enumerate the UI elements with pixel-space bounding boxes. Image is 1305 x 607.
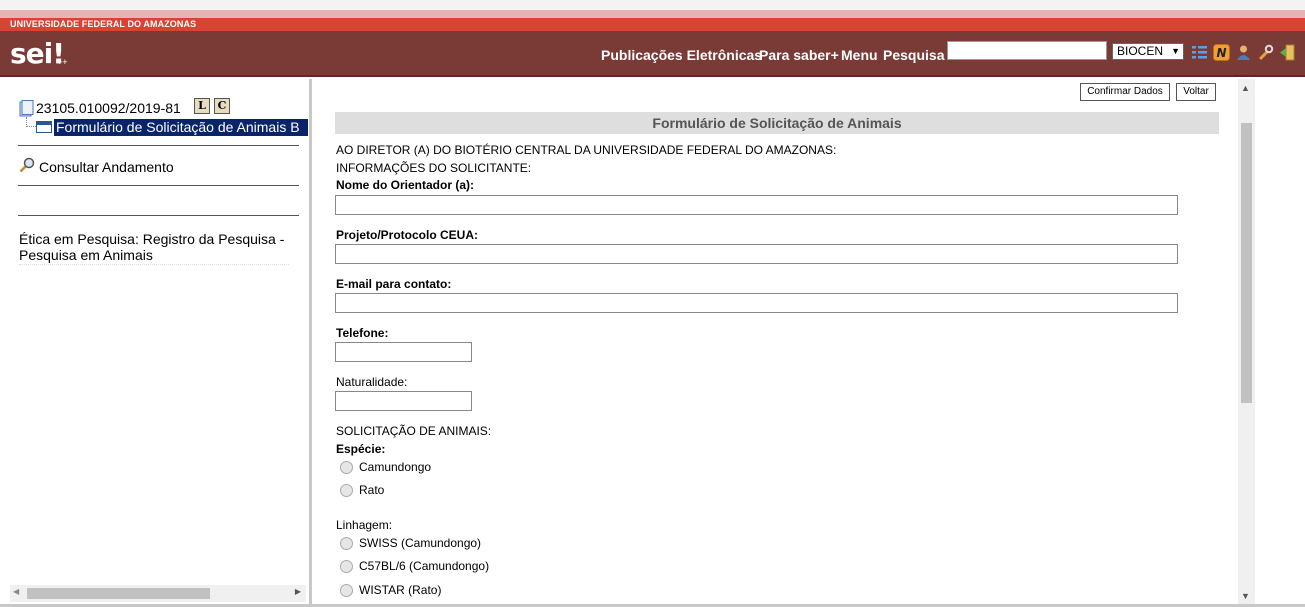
button-c[interactable]: C <box>214 98 230 114</box>
especie-radio-rato[interactable] <box>340 484 353 497</box>
notification-n-icon[interactable]: N <box>1213 44 1230 61</box>
header: sei! ++ Publicações Eletrônicas Para sab… <box>0 31 1305 77</box>
intro-line-1: AO DIRETOR (A) DO BIOTÉRIO CENTRAL DA UN… <box>336 143 837 157</box>
list-icon[interactable] <box>1191 44 1208 61</box>
unit-select-value: BIOCEN <box>1117 44 1164 58</box>
unit-select[interactable]: BIOCEN ▼ <box>1112 43 1184 60</box>
sei-logo-suffix: ++ <box>57 57 68 67</box>
form-area: Confirmar Dados Voltar Formulário de Sol… <box>315 79 1255 607</box>
linhagem-radio-swiss[interactable] <box>340 537 353 550</box>
scrollbar-thumb[interactable] <box>1241 123 1252 403</box>
left-panel: 23105.010092/2019-81 L C Formulário de S… <box>0 79 312 607</box>
vertical-scrollbar[interactable]: ▲ ▼ <box>1238 79 1255 607</box>
scroll-up-icon[interactable]: ▲ <box>1241 83 1250 93</box>
process-folder-icon <box>19 100 34 117</box>
email-label: E-mail para contato: <box>336 277 452 291</box>
orientador-label: Nome do Orientador (a): <box>336 178 475 192</box>
intro-line-2: INFORMAÇÕES DO SOLICITANTE: <box>336 161 532 175</box>
top-stripe <box>0 0 1305 18</box>
tree-node-form-selected[interactable]: Formulário de Solicitação de Animais B <box>54 119 308 136</box>
user-icon[interactable] <box>1235 44 1252 61</box>
naturalidade-input[interactable] <box>335 391 472 411</box>
scroll-right-icon[interactable]: ▶ <box>295 587 301 596</box>
scrollbar-thumb[interactable] <box>27 588 210 599</box>
nav-menu[interactable]: Menu <box>841 47 878 63</box>
telefone-label: Telefone: <box>336 326 389 340</box>
separator <box>18 145 299 146</box>
linhagem-option-label: WISTAR (Rato) <box>359 583 442 597</box>
chevron-down-icon: ▼ <box>1171 46 1180 56</box>
email-input[interactable] <box>335 293 1178 313</box>
separator <box>18 185 299 186</box>
especie-label: Espécie: <box>336 442 386 456</box>
form-document-icon <box>36 121 52 133</box>
linhagem-radio-wistar[interactable] <box>340 584 353 597</box>
horizontal-scrollbar[interactable]: ◀ ▶ <box>10 585 306 602</box>
exit-icon[interactable] <box>1279 44 1296 61</box>
search-input[interactable] <box>947 41 1107 60</box>
linhagem-radio-c57bl6[interactable] <box>340 560 353 573</box>
tools-icon[interactable] <box>1257 44 1274 61</box>
especie-option-label: Rato <box>359 483 385 497</box>
telefone-input[interactable] <box>335 342 472 362</box>
button-l[interactable]: L <box>194 98 210 114</box>
process-type: Ética em Pesquisa: Registro da Pesquisa … <box>19 231 285 263</box>
separator <box>18 215 299 216</box>
linhagem-label: Linhagem: <box>336 518 393 532</box>
form-title: Formulário de Solicitação de Animais <box>335 112 1219 134</box>
faded-text <box>19 264 289 269</box>
projeto-label: Projeto/Protocolo CEUA: <box>336 228 479 242</box>
especie-radio-camundongo[interactable] <box>340 461 353 474</box>
svg-text:N: N <box>1216 46 1226 60</box>
linhagem-option-label: SWISS (Camundongo) <box>359 536 482 550</box>
tree-connector <box>26 117 36 127</box>
linhagem-option-label: C57BL/6 (Camundongo) <box>359 559 490 573</box>
projeto-input[interactable] <box>335 244 1178 264</box>
scroll-down-icon[interactable]: ▼ <box>1241 591 1250 601</box>
naturalidade-label: Naturalidade: <box>336 375 408 389</box>
nav-para-saber[interactable]: Para saber+ <box>759 47 839 63</box>
search-icon <box>19 157 35 173</box>
nav-publicacoes-eletronicas[interactable]: Publicações Eletrônicas <box>601 47 762 63</box>
nav-pesquisa[interactable]: Pesquisa <box>883 47 944 63</box>
scroll-left-icon[interactable]: ◀ <box>13 587 19 596</box>
solicitacao-heading: SOLICITAÇÃO DE ANIMAIS: <box>336 424 492 438</box>
consultar-andamento-link[interactable]: Consultar Andamento <box>39 159 174 175</box>
confirm-data-button[interactable]: Confirmar Dados <box>1080 83 1170 101</box>
sei-logo[interactable]: sei! <box>10 37 65 70</box>
orientador-input[interactable] <box>335 195 1178 215</box>
back-button[interactable]: Voltar <box>1176 83 1216 101</box>
especie-option-label: Camundongo <box>359 460 432 474</box>
process-number-link[interactable]: 23105.010092/2019-81 <box>36 100 181 116</box>
org-bar: UNIVERSIDADE FEDERAL DO AMAZONAS <box>0 18 1305 31</box>
